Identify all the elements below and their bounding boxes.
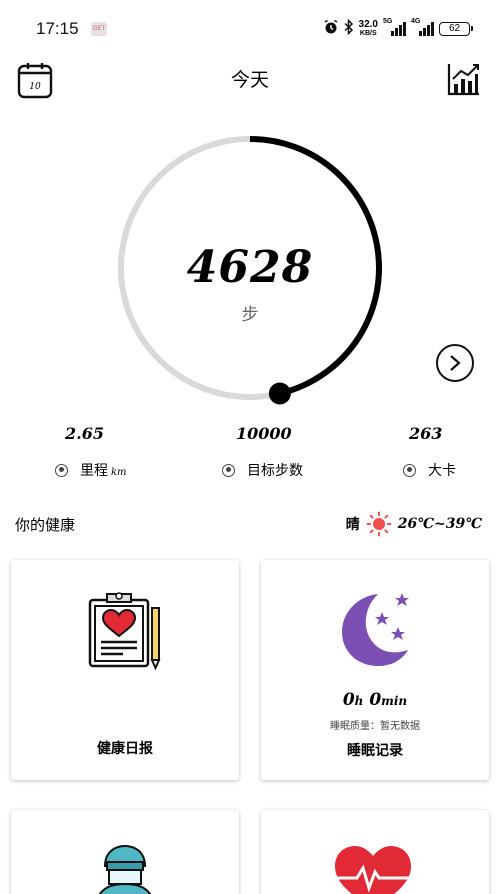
status-icons: 32.0 KB/S 5G 4G 62 xyxy=(323,17,473,41)
heart-rate-card[interactable] xyxy=(261,810,489,894)
chevron-right-icon xyxy=(450,355,461,371)
goal-steps-value: 10000 xyxy=(236,424,292,443)
sleep-hours: 0 xyxy=(342,690,355,710)
radio-dot-icon xyxy=(55,463,68,477)
distance-unit: km xyxy=(111,467,127,478)
bar-chart-trend-icon xyxy=(447,64,479,96)
distance-value: 2.65 xyxy=(65,424,104,443)
signal-4g-label: 4G xyxy=(411,18,421,25)
status-bar: 17:15 GET 32.0 KB/S 5G 4G 62 xyxy=(0,0,500,56)
calories-label: 大卡 xyxy=(428,463,456,479)
alarm-icon xyxy=(323,19,339,39)
next-button[interactable] xyxy=(436,344,474,382)
steps-progress-ring[interactable]: 4628 步 xyxy=(110,128,390,408)
weather-label: 晴 xyxy=(345,517,360,533)
sleep-minutes-unit: min xyxy=(381,694,408,708)
stats-row: 2.65 里程 km 10000 目标步数 263 大卡 xyxy=(0,424,500,494)
sun-icon xyxy=(366,511,392,537)
calories-stat: 263 大卡 xyxy=(403,424,456,480)
health-section-title: 你的健康 xyxy=(15,516,76,534)
sleep-duration: 0h 0min xyxy=(261,690,489,710)
doctor-icon xyxy=(98,844,152,894)
moon-stars-icon xyxy=(342,593,409,666)
bluetooth-icon xyxy=(344,18,354,39)
status-time: 17:15 xyxy=(36,19,79,38)
distance-stat: 2.65 里程 km xyxy=(55,424,127,480)
weather-info: 晴 26℃~39℃ xyxy=(346,511,482,537)
statistics-button[interactable] xyxy=(447,62,481,96)
signal-5g-label: 5G xyxy=(383,18,393,25)
app-notification-icon: GET xyxy=(91,22,107,36)
radio-dot-icon xyxy=(403,463,416,477)
temperature-range: 26℃~39℃ xyxy=(397,516,482,532)
goal-steps-label: 目标步数 xyxy=(247,463,303,479)
sleep-record-card[interactable]: 0h 0min 睡眠质量：暂无数据 睡眠记录 xyxy=(261,560,489,780)
daily-report-card[interactable]: 健康日报 xyxy=(11,560,239,780)
calories-value: 263 xyxy=(409,424,443,443)
heart-rate-icon xyxy=(325,846,421,894)
radio-dot-icon xyxy=(222,463,235,477)
signal-5g-icon: 5G xyxy=(383,18,406,36)
ring-progress-knob xyxy=(268,382,291,405)
network-speed-unit: KB/S xyxy=(359,30,377,37)
network-speed: 32.0 KB/S xyxy=(359,20,378,38)
sleep-hours-unit: h xyxy=(354,694,364,708)
signal-4g-icon: 4G xyxy=(411,18,434,36)
sleep-quality: 睡眠质量：暂无数据 xyxy=(330,721,420,732)
page-title: 今天 xyxy=(230,69,269,91)
daily-report-label: 健康日报 xyxy=(97,741,153,757)
sleep-record-label: 睡眠记录 xyxy=(347,743,403,759)
steps-count: 4628 xyxy=(186,242,314,293)
distance-label: 里程 xyxy=(80,463,108,479)
network-speed-value: 32.0 xyxy=(358,19,378,30)
goal-steps-stat: 10000 目标步数 xyxy=(222,424,303,480)
sleep-minutes: 0 xyxy=(369,690,382,710)
doctor-card[interactable] xyxy=(11,810,239,894)
steps-unit: 步 xyxy=(241,305,259,325)
clipboard-heart-icon xyxy=(88,592,161,670)
battery-indicator: 62 xyxy=(439,22,473,36)
